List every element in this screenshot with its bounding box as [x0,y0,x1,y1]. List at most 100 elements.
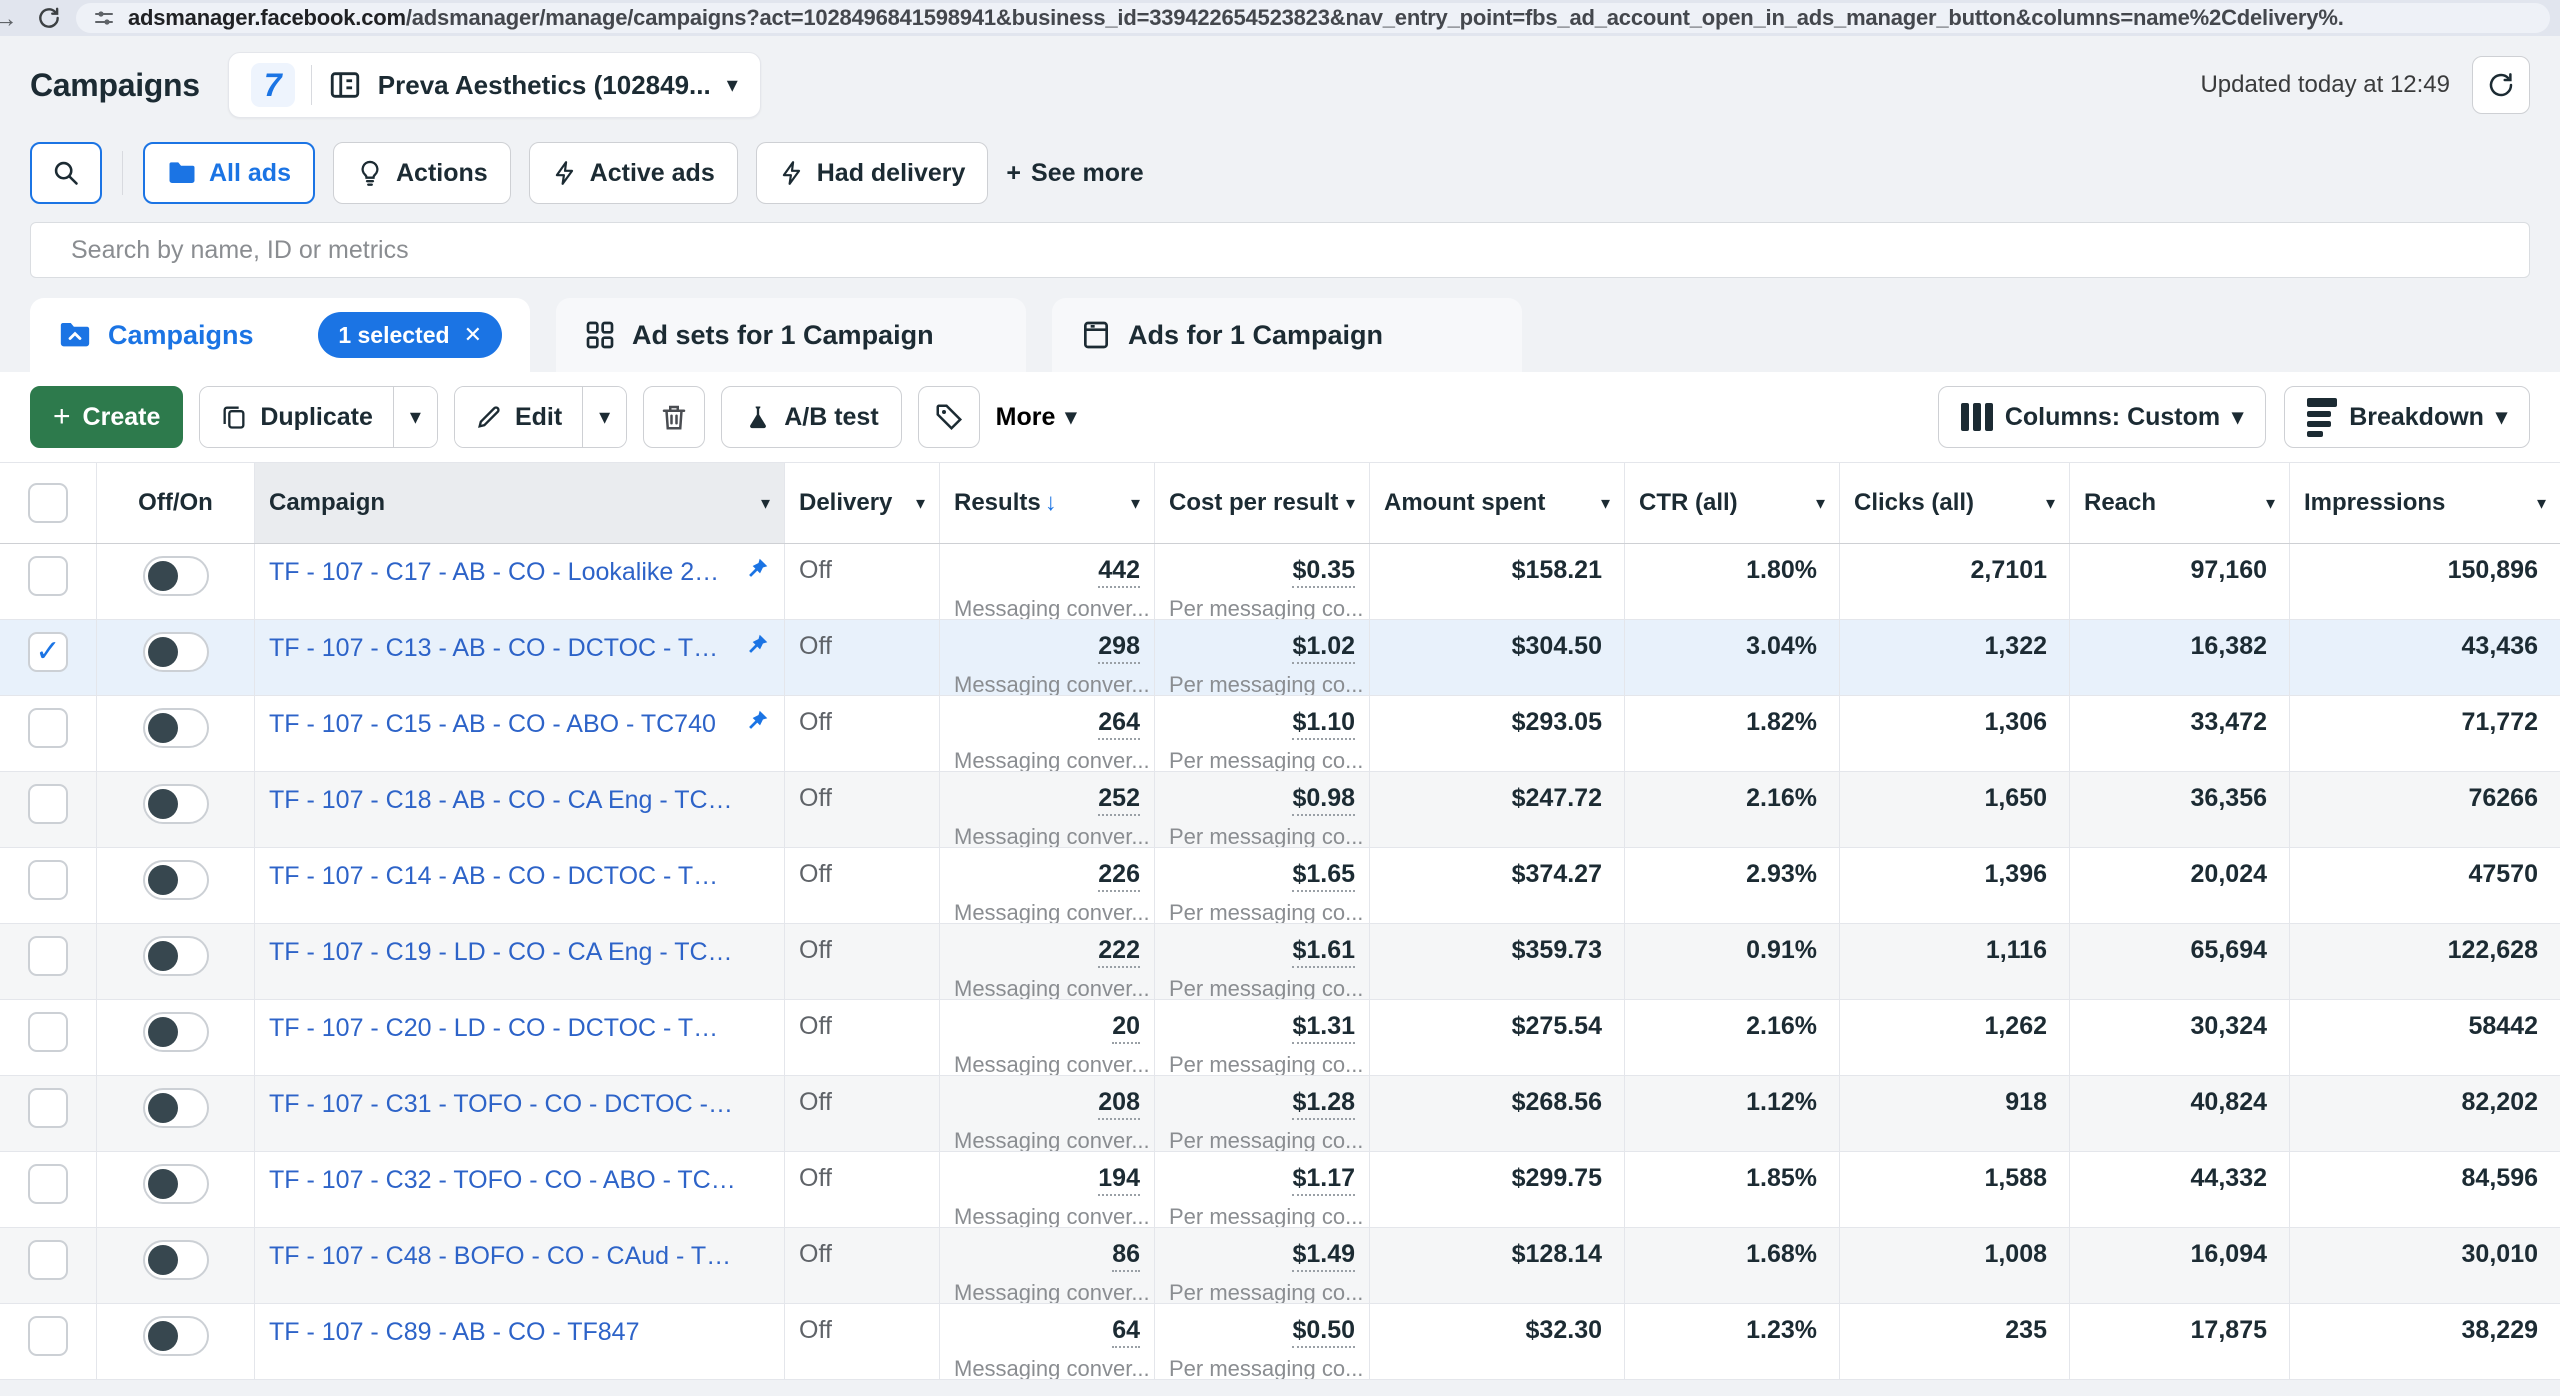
table-row[interactable]: ✓ TF - 107 - C14 - AB - CO - DCTOC - TC7… [0,848,2560,924]
filter-active-ads[interactable]: Active ads [529,142,738,204]
cost-value[interactable]: $1.17 [1292,1164,1355,1196]
cost-value[interactable]: $1.49 [1292,1240,1355,1272]
more-button[interactable]: More ▾ [996,386,1077,448]
create-button[interactable]: + Create [30,386,183,448]
edit-dropdown-button[interactable]: ▾ [582,387,626,447]
select-all-checkbox[interactable] [28,483,68,523]
columns-button[interactable]: Columns: Custom ▾ [1938,386,2266,448]
col-header-ctr[interactable]: CTR (all) ▾ [1625,463,1840,543]
row-checkbox[interactable]: ✓ [28,1088,68,1128]
campaign-name-link[interactable]: TF - 107 - C48 - BOFO - CO - CAud - TC76… [269,1240,736,1271]
row-checkbox[interactable]: ✓ [28,860,68,900]
campaign-name-link[interactable]: TF - 107 - C18 - AB - CO - CA Eng - TC74… [269,784,736,815]
row-checkbox[interactable]: ✓ [28,784,68,824]
cost-value[interactable]: $1.02 [1292,632,1355,664]
forward-arrow-icon[interactable]: → [0,3,22,34]
campaign-name-link[interactable]: TF - 107 - C19 - LD - CO - CA Eng - TC74… [269,936,736,967]
col-header-campaign[interactable]: Campaign ▾ [255,463,785,543]
campaign-name-link[interactable]: TF - 107 - C31 - TOFO - CO - DCTOC - TC7… [269,1088,736,1119]
results-value[interactable]: 208 [1098,1088,1140,1120]
ab-test-button[interactable]: A/B test [721,386,901,448]
campaign-toggle[interactable] [143,1088,209,1128]
campaign-name-link[interactable]: TF - 107 - C17 - AB - CO - Lookalike 2% … [269,556,736,587]
campaign-name-link[interactable]: TF - 107 - C89 - AB - CO - TF847 [269,1316,736,1347]
campaign-toggle[interactable] [143,1240,209,1280]
col-header-impressions[interactable]: Impressions ▾ [2290,463,2560,543]
campaign-toggle[interactable] [143,936,209,976]
delete-button[interactable] [643,386,705,448]
close-icon[interactable]: ✕ [464,322,482,348]
campaign-toggle[interactable] [143,1012,209,1052]
table-row[interactable]: ✓ TF - 107 - C17 - AB - CO - Lookalike 2… [0,544,2560,620]
results-value[interactable]: 222 [1098,936,1140,968]
search-filter-button[interactable] [30,142,102,204]
results-value[interactable]: 20 [1112,1012,1140,1044]
see-more-button[interactable]: + See more [1006,159,1143,188]
row-checkbox[interactable]: ✓ [28,556,68,596]
account-selector[interactable]: 7 Preva Aesthetics (102849... ▾ [228,52,761,118]
row-checkbox[interactable]: ✓ [28,708,68,748]
campaign-toggle[interactable] [143,860,209,900]
results-value[interactable]: 442 [1098,556,1140,588]
col-header-amount-spent[interactable]: Amount spent ▾ [1370,463,1625,543]
row-checkbox[interactable]: ✓ [28,936,68,976]
table-row[interactable]: ✓ TF - 107 - C18 - AB - CO - CA Eng - TC… [0,772,2560,848]
edit-button[interactable]: Edit [455,387,582,447]
search-input[interactable] [30,222,2530,278]
tab-ads[interactable]: Ads for 1 Campaign [1052,298,1522,372]
col-header-clicks[interactable]: Clicks (all) ▾ [1840,463,2070,543]
tab-adsets[interactable]: Ad sets for 1 Campaign [556,298,1026,372]
row-checkbox[interactable]: ✓ [28,1316,68,1356]
table-row[interactable]: ✓ TF - 107 - C20 - LD - CO - DCTOC - TC7… [0,1000,2560,1076]
cost-value[interactable]: $0.98 [1292,784,1355,816]
campaign-name-link[interactable]: TF - 107 - C14 - AB - CO - DCTOC - TC739 [269,860,736,891]
url-bar[interactable]: adsmanager.facebook.com/adsmanager/manag… [76,3,2550,33]
table-row[interactable]: ✓ TF - 107 - C32 - TOFO - CO - ABO - TC7… [0,1152,2560,1228]
table-row[interactable]: ✓ TF - 107 - C15 - AB - CO - ABO - TC740… [0,696,2560,772]
table-row[interactable]: ✓ TF - 107 - C89 - AB - CO - TF847 Off 6… [0,1304,2560,1380]
tag-button[interactable] [918,386,980,448]
col-header-delivery[interactable]: Delivery ▾ [785,463,940,543]
cost-value[interactable]: $1.65 [1292,860,1355,892]
row-checkbox[interactable]: ✓ [28,632,68,672]
row-checkbox[interactable]: ✓ [28,1012,68,1052]
cost-value[interactable]: $1.61 [1292,936,1355,968]
campaign-name-link[interactable]: TF - 107 - C20 - LD - CO - DCTOC - TC748 [269,1012,736,1043]
selected-count-badge[interactable]: 1 selected ✕ [318,312,502,358]
tab-campaigns[interactable]: Campaigns 1 selected ✕ [30,298,530,372]
cost-value[interactable]: $0.35 [1292,556,1355,588]
refresh-button[interactable] [2472,56,2530,114]
col-header-results[interactable]: Results ↓ ▾ [940,463,1155,543]
campaign-toggle[interactable] [143,1164,209,1204]
campaign-name-link[interactable]: TF - 107 - C15 - AB - CO - ABO - TC740 [269,708,736,739]
filter-had-delivery[interactable]: Had delivery [756,142,989,204]
campaign-toggle[interactable] [143,784,209,824]
cost-value[interactable]: $1.10 [1292,708,1355,740]
filter-all-ads[interactable]: All ads [143,142,315,204]
results-value[interactable]: 226 [1098,860,1140,892]
cost-value[interactable]: $1.28 [1292,1088,1355,1120]
reload-icon[interactable] [36,5,62,31]
results-value[interactable]: 86 [1112,1240,1140,1272]
col-header-reach[interactable]: Reach ▾ [2070,463,2290,543]
duplicate-dropdown-button[interactable]: ▾ [393,387,437,447]
table-row[interactable]: ✓ TF - 107 - C19 - LD - CO - CA Eng - TC… [0,924,2560,1000]
row-checkbox[interactable]: ✓ [28,1164,68,1204]
table-row[interactable]: ✓ TF - 107 - C48 - BOFO - CO - CAud - TC… [0,1228,2560,1304]
col-header-cost-per-result[interactable]: Cost per result ▾ [1155,463,1370,543]
cost-value[interactable]: $1.31 [1292,1012,1355,1044]
table-row[interactable]: ✓ TF - 107 - C13 - AB - CO - DCTOC - TC7… [0,620,2560,696]
results-value[interactable]: 64 [1112,1316,1140,1348]
site-settings-icon[interactable] [92,6,116,30]
campaign-toggle[interactable] [143,1316,209,1356]
campaign-toggle[interactable] [143,556,209,596]
row-checkbox[interactable]: ✓ [28,1240,68,1280]
campaign-toggle[interactable] [143,708,209,748]
results-value[interactable]: 264 [1098,708,1140,740]
duplicate-button[interactable]: Duplicate [200,387,393,447]
breakdown-button[interactable]: Breakdown ▾ [2284,386,2530,448]
campaign-name-link[interactable]: TF - 107 - C32 - TOFO - CO - ABO - TC760 [269,1164,736,1195]
filter-actions[interactable]: Actions [333,142,511,204]
results-value[interactable]: 298 [1098,632,1140,664]
table-row[interactable]: ✓ TF - 107 - C31 - TOFO - CO - DCTOC - T… [0,1076,2560,1152]
